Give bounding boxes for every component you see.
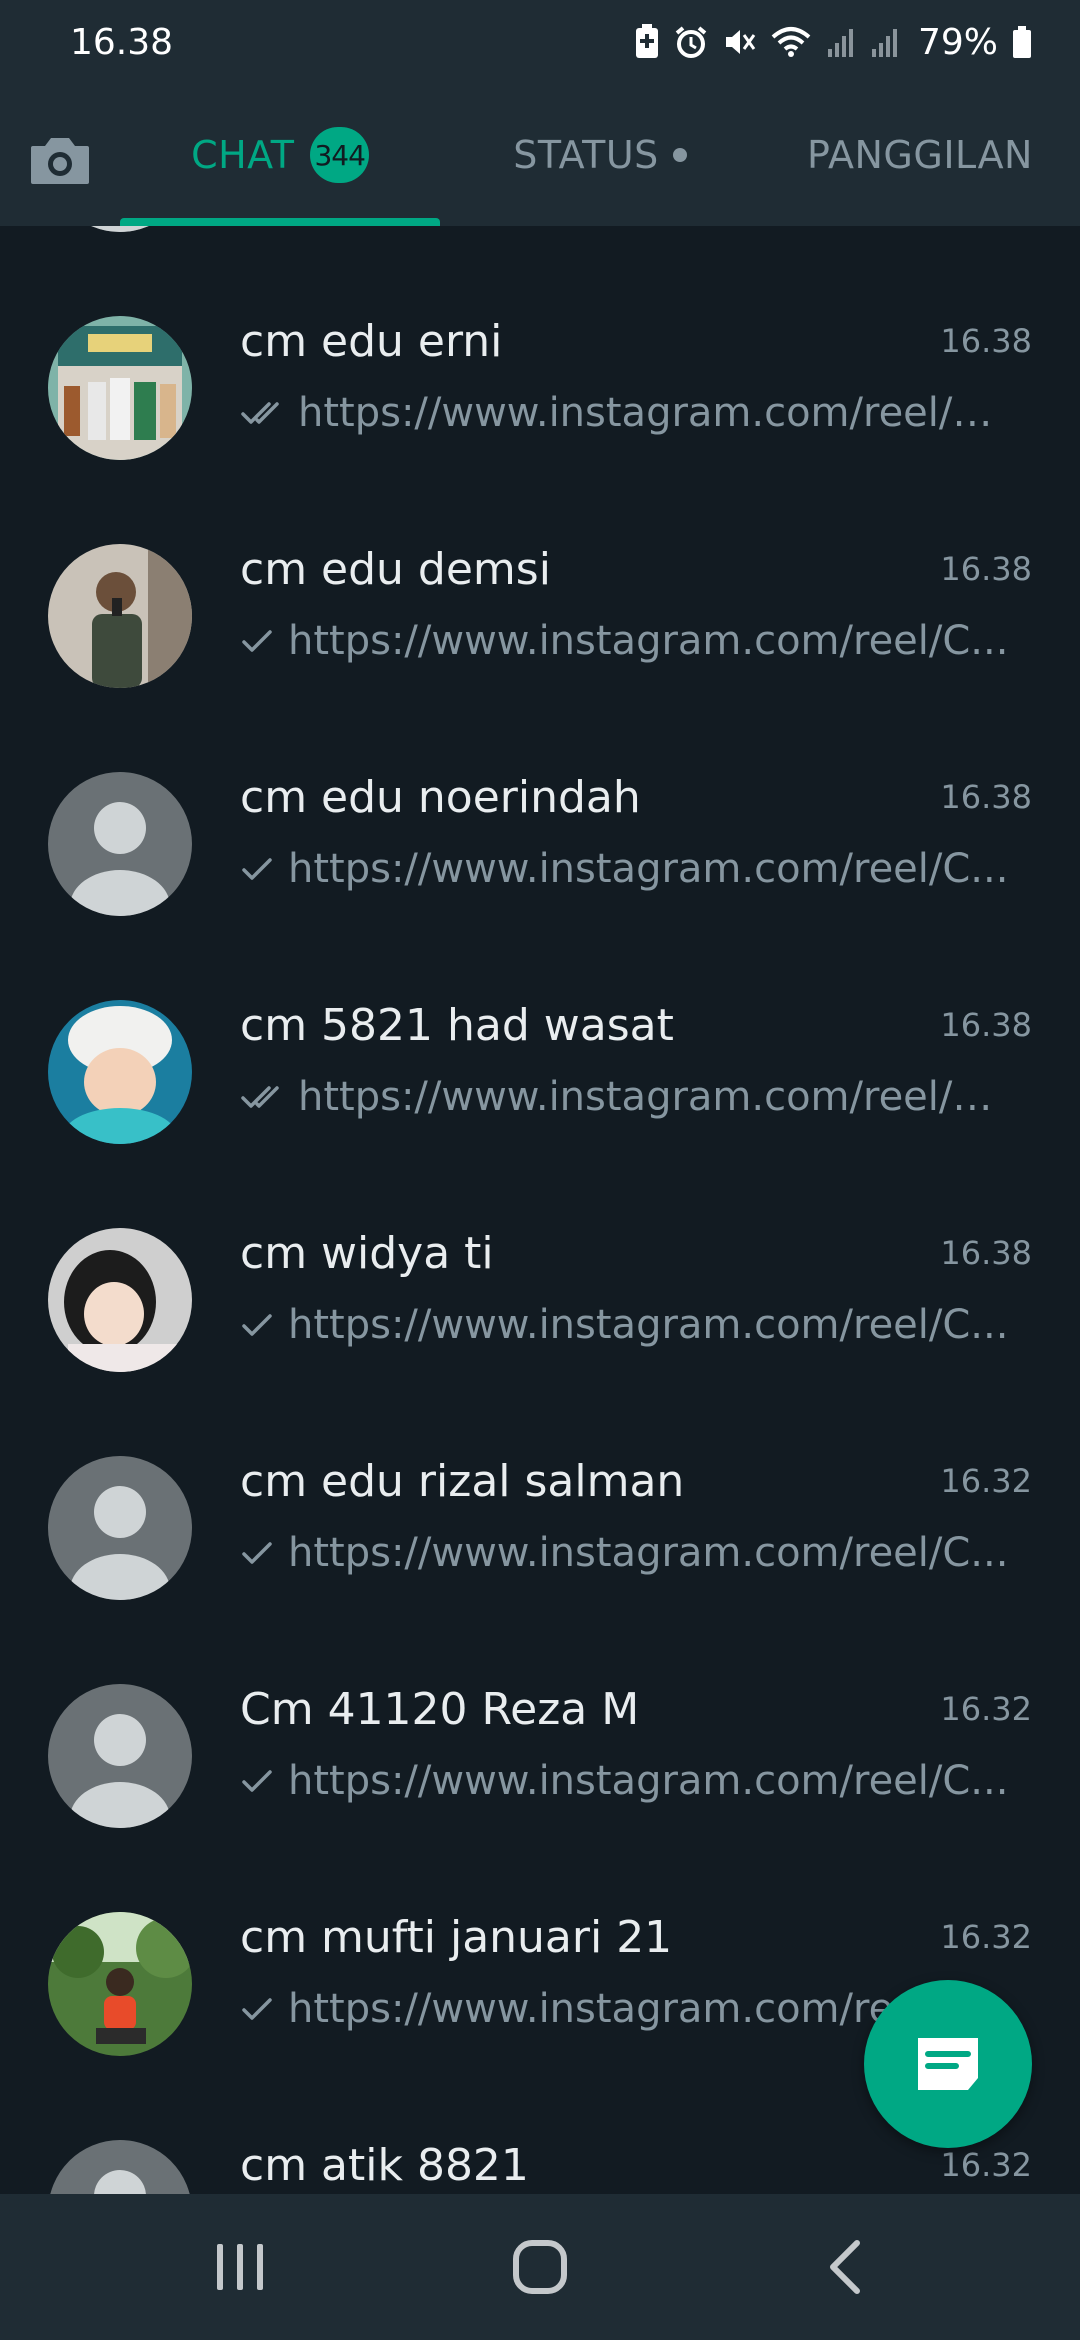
chat-name: cm 5821 had wasat <box>240 1000 674 1051</box>
tab-status[interactable]: STATUS <box>440 84 760 226</box>
recent-apps-icon <box>217 2244 263 2290</box>
chat-time: 16.38 <box>940 1234 1032 1272</box>
chat-name: cm edu demsi <box>240 544 551 595</box>
tab-chat-label: CHAT <box>191 133 295 177</box>
clock: 16.38 <box>70 21 174 63</box>
back-icon <box>830 2240 860 2294</box>
avatar[interactable] <box>48 2140 192 2194</box>
chat-preview-text: https://www.instagram.com/reel/C... <box>288 1530 1009 1576</box>
avatar[interactable] <box>48 1228 192 1372</box>
tab-calls-label: PANGGILAN <box>807 133 1033 177</box>
home-button[interactable] <box>490 2222 590 2312</box>
avatar <box>48 226 192 232</box>
avatar[interactable] <box>48 1000 192 1144</box>
chat-name: cm edu noerindah <box>240 772 641 823</box>
signal-icon <box>827 29 853 57</box>
new-chat-icon <box>918 2038 978 2090</box>
unread-badge: 344 <box>310 127 369 183</box>
chat-preview: https://www.instagram.com/reel/C... <box>240 618 1010 664</box>
chat-row[interactable]: Cm 41120 Reza M 16.32 https://www.instagra… <box>0 1642 1080 1870</box>
avatar[interactable] <box>48 1684 192 1828</box>
chat-preview-text: https://www.instagram.com/reel/C... <box>288 846 1009 892</box>
check-icon <box>240 1986 274 2032</box>
chat-preview: https://www.instagram.com/reel/C... <box>240 1530 1010 1576</box>
chat-row[interactable]: cm 5821 had wasat 16.38 https://www.instag… <box>0 958 1080 1186</box>
avatar[interactable] <box>48 544 192 688</box>
chat-row[interactable]: cm widya ti 16.38 https://www.instagram.co… <box>0 1186 1080 1414</box>
chat-name: cm widya ti <box>240 1228 494 1279</box>
chat-time: 16.32 <box>940 1918 1032 1956</box>
back-button[interactable] <box>795 2222 895 2312</box>
home-icon <box>513 2240 567 2294</box>
chat-time: 16.32 <box>940 2146 1032 2184</box>
chat-name: cm atik 8821 <box>240 2140 529 2191</box>
tab-status-label: STATUS <box>513 133 659 177</box>
status-update-dot <box>672 148 687 162</box>
avatar[interactable] <box>48 1456 192 1600</box>
tab-calls[interactable]: PANGGILAN <box>760 84 1080 226</box>
camera-button[interactable] <box>22 122 98 198</box>
chat-name: cm edu erni <box>240 316 503 367</box>
signal-icon-2 <box>871 29 897 57</box>
new-chat-button[interactable] <box>864 1980 1032 2148</box>
chat-preview-text: https://www.instagram.com/reel/C... <box>288 1758 1009 1804</box>
avatar[interactable] <box>48 316 192 460</box>
wifi-icon <box>771 27 811 57</box>
camera-icon <box>31 138 89 184</box>
chat-time: 16.38 <box>940 778 1032 816</box>
chat-name: Cm 41120 Reza M <box>240 1684 640 1735</box>
chat-preview-text: https://www.instagram.com/reel/C... <box>298 390 1010 436</box>
check-icon <box>240 1302 274 1348</box>
check-icon <box>240 1758 274 1804</box>
chat-row[interactable]: cm edu rizal salman 16.32 https://www.inst… <box>0 1414 1080 1642</box>
chat-name: cm mufti januari 21 <box>240 1912 673 1963</box>
chat-time: 16.32 <box>940 1690 1032 1728</box>
check-icon <box>240 618 274 664</box>
battery-percentage: 79% <box>917 21 998 63</box>
chat-preview: https://www.instagram.com/reel/C... <box>240 1758 1010 1804</box>
chat-row-partial[interactable] <box>0 226 1080 274</box>
double-check-icon <box>240 390 284 436</box>
chat-preview: https://www.instagram.com/reel/C... <box>240 1074 1010 1120</box>
chat-preview-text: https://www.instagram.com/reel/C... <box>288 1302 1009 1348</box>
navigation-bar <box>0 2194 1080 2340</box>
chat-name: cm edu rizal salman <box>240 1456 685 1507</box>
chat-time: 16.38 <box>940 550 1032 588</box>
avatar[interactable] <box>48 1912 192 2056</box>
chat-list[interactable]: cm edu erni 16.38 https://www.instagram.co… <box>0 226 1080 2194</box>
chat-time: 16.32 <box>940 1462 1032 1500</box>
mute-icon <box>725 30 756 54</box>
tab-chat[interactable]: CHAT 344 <box>120 84 440 226</box>
chat-row[interactable]: cm edu noerindah 16.38 https://www.instagr… <box>0 730 1080 958</box>
chat-preview: https://www.instagram.com/reel/C... <box>240 390 1010 436</box>
active-tab-indicator <box>120 218 440 226</box>
avatar[interactable] <box>48 772 192 916</box>
battery-icon <box>1013 26 1031 58</box>
chat-preview: https://www.instagram.com/reel/C... <box>240 1302 1010 1348</box>
chat-row[interactable]: cm edu demsi 16.38 https://www.instagram.c… <box>0 502 1080 730</box>
alarm-icon <box>675 26 707 58</box>
recent-apps-button[interactable] <box>190 2222 290 2312</box>
chat-preview-text: https://www.instagram.com/reel/C... <box>288 618 1009 664</box>
chat-time: 16.38 <box>940 1006 1032 1044</box>
check-icon <box>240 846 274 892</box>
status-bar: 16.38 79% <box>0 0 1080 84</box>
check-icon <box>240 1530 274 1576</box>
chat-preview-text: https://www.instagram.com/reel/C... <box>298 1074 1010 1120</box>
status-icons: 79% <box>634 22 1032 63</box>
chat-row[interactable]: cm edu erni 16.38 https://www.instagram.co… <box>0 274 1080 502</box>
tab-bar: CHAT 344 STATUS PANGGILAN <box>0 84 1080 226</box>
chat-time: 16.38 <box>940 322 1032 360</box>
chat-preview: https://www.instagram.com/reel/C... <box>240 846 1010 892</box>
battery-saver-icon <box>635 24 658 58</box>
double-check-icon <box>240 1074 284 1120</box>
